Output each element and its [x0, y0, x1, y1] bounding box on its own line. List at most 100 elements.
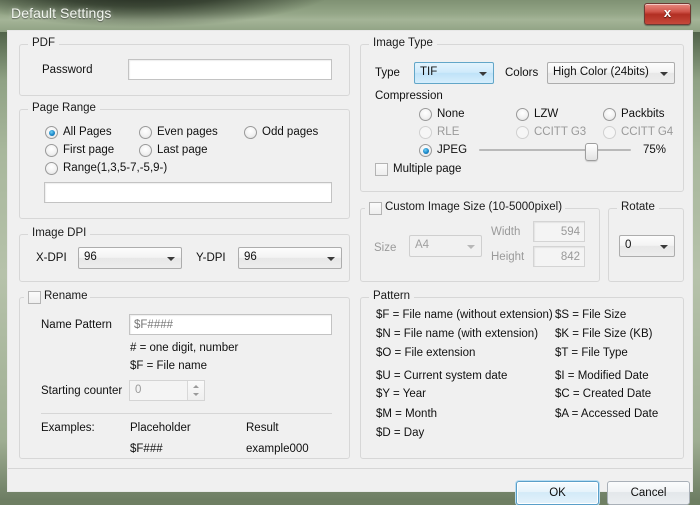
cancel-button[interactable]: Cancel — [607, 481, 690, 505]
starting-counter-stepper[interactable]: 0 — [129, 380, 205, 401]
placeholder-header: Placeholder — [130, 422, 191, 434]
group-custom-image-size: Custom Image Size (10-5000pixel) Size A4… — [360, 201, 600, 282]
colors-value: High Color (24bits) — [553, 66, 649, 78]
radio-compression-ccitt-g3-label: CCITT G3 — [534, 126, 587, 138]
radio-compression-none-label: None — [437, 108, 465, 120]
group-page-range-caption: Page Range — [28, 102, 100, 114]
colors-label: Colors — [505, 67, 539, 79]
radio-compression-ccitt-g3 — [516, 126, 529, 139]
pattern-right-2: $T = File Type — [555, 347, 628, 359]
height-label: Height — [491, 251, 525, 263]
radio-first-page[interactable] — [45, 144, 58, 157]
radio-compression-jpeg-label: JPEG — [437, 144, 468, 156]
radio-last-page[interactable] — [139, 144, 152, 157]
starting-counter-label: Starting counter — [41, 385, 123, 397]
radio-last-page-label: Last page — [157, 144, 208, 156]
radio-compression-ccitt-g4 — [603, 126, 616, 139]
x-dpi-combo[interactable]: 96 — [78, 247, 182, 269]
radio-compression-none[interactable] — [419, 108, 432, 121]
pattern-left-0: $F = File name (without extension) — [376, 309, 553, 321]
height-input[interactable] — [533, 246, 585, 267]
x-dpi-label: X-DPI — [36, 252, 67, 264]
chevron-down-icon — [167, 257, 175, 261]
footer-divider — [8, 468, 692, 469]
group-image-dpi: Image DPI X-DPI 96 Y-DPI 96 — [19, 227, 350, 282]
radio-compression-lzw-label: LZW — [534, 108, 559, 120]
radio-compression-packbits-label: Packbits — [621, 108, 665, 120]
pattern-left-3: $U = Current system date — [376, 370, 508, 382]
x-dpi-value: 96 — [84, 251, 97, 263]
radio-odd-pages[interactable] — [244, 126, 257, 139]
password-input[interactable] — [128, 59, 332, 80]
chevron-down-icon — [660, 245, 668, 249]
radio-compression-rle-label: RLE — [437, 126, 460, 138]
pattern-left-4: $Y = Year — [376, 388, 426, 400]
rename-checkbox[interactable] — [28, 291, 41, 304]
size-combo[interactable]: A4 — [409, 235, 482, 257]
title-bar: Default Settings x — [0, 0, 700, 32]
y-dpi-label: Y-DPI — [196, 252, 226, 264]
radio-even-pages[interactable] — [139, 126, 152, 139]
examples-label: Examples: — [41, 422, 95, 434]
rotate-combo[interactable]: 0 — [619, 235, 675, 257]
example-placeholder: $F### — [130, 443, 163, 455]
group-image-type: Image Type Type TIF Colors High Color (2… — [360, 37, 684, 192]
name-pattern-input[interactable] — [129, 314, 332, 335]
slider-track — [479, 149, 631, 151]
custom-image-size-checkbox[interactable] — [369, 202, 382, 215]
radio-compression-jpeg[interactable] — [419, 144, 432, 157]
multiple-page-checkbox[interactable] — [375, 163, 388, 176]
type-combo[interactable]: TIF — [414, 62, 494, 84]
compression-label: Compression — [375, 90, 443, 102]
example-result: example000 — [246, 443, 309, 455]
close-button[interactable]: x — [644, 3, 691, 25]
dialog-client-area: PDF Password Page Range All Pages Even p… — [7, 30, 693, 505]
pattern-right-5: $A = Accessed Date — [555, 408, 659, 420]
group-pdf-caption: PDF — [28, 37, 59, 49]
radio-odd-pages-label: Odd pages — [262, 126, 319, 138]
pattern-left-2: $O = File extension — [376, 347, 476, 359]
radio-range-label: Range(1,3,5-7,-5,9-) — [63, 162, 168, 174]
type-value: TIF — [420, 66, 438, 78]
group-rename: Rename Name Pattern # = one digit, numbe… — [19, 290, 350, 459]
size-value: A4 — [415, 239, 430, 251]
jpeg-quality-slider[interactable] — [479, 141, 631, 161]
radio-compression-lzw[interactable] — [516, 108, 529, 121]
pattern-right-0: $S = File Size — [555, 309, 627, 321]
width-label: Width — [491, 226, 521, 238]
chevron-down-icon — [660, 72, 668, 76]
jpeg-quality-value: 75% — [643, 144, 667, 156]
pattern-left-1: $N = File name (with extension) — [376, 328, 539, 340]
group-image-type-caption: Image Type — [369, 37, 437, 49]
hint-filename: $F = File name — [130, 360, 208, 372]
radio-compression-packbits[interactable] — [603, 108, 616, 121]
rotate-value: 0 — [625, 239, 632, 251]
close-icon: x — [663, 5, 672, 20]
rename-divider — [41, 413, 332, 414]
group-rotate-caption: Rotate — [617, 201, 659, 213]
stepper-buttons[interactable] — [187, 381, 204, 400]
colors-combo[interactable]: High Color (24bits) — [547, 62, 675, 84]
width-input[interactable] — [533, 221, 585, 242]
group-page-range: Page Range All Pages Even pages Odd page… — [19, 102, 350, 219]
pattern-right-3: $I = Modified Date — [555, 370, 649, 382]
group-rotate: Rotate 0 — [608, 201, 684, 282]
group-rename-caption: Rename — [44, 290, 88, 302]
starting-counter-value: 0 — [135, 384, 142, 396]
group-pattern-caption: Pattern — [369, 290, 415, 302]
stepper-up-icon — [193, 385, 199, 388]
slider-thumb[interactable] — [585, 143, 598, 161]
radio-all-pages[interactable] — [45, 126, 58, 139]
chevron-down-icon — [467, 245, 475, 249]
pattern-right-1: $K = File Size (KB) — [555, 328, 653, 340]
radio-range[interactable] — [45, 162, 58, 175]
y-dpi-combo[interactable]: 96 — [238, 247, 342, 269]
ok-button[interactable]: OK — [516, 481, 599, 505]
page-range-input[interactable] — [44, 182, 332, 203]
radio-even-pages-label: Even pages — [157, 126, 218, 138]
radio-all-pages-label: All Pages — [63, 126, 112, 138]
chevron-down-icon — [327, 257, 335, 261]
radio-compression-rle — [419, 126, 432, 139]
group-image-dpi-caption: Image DPI — [28, 227, 91, 239]
multiple-page-label: Multiple page — [393, 163, 462, 175]
